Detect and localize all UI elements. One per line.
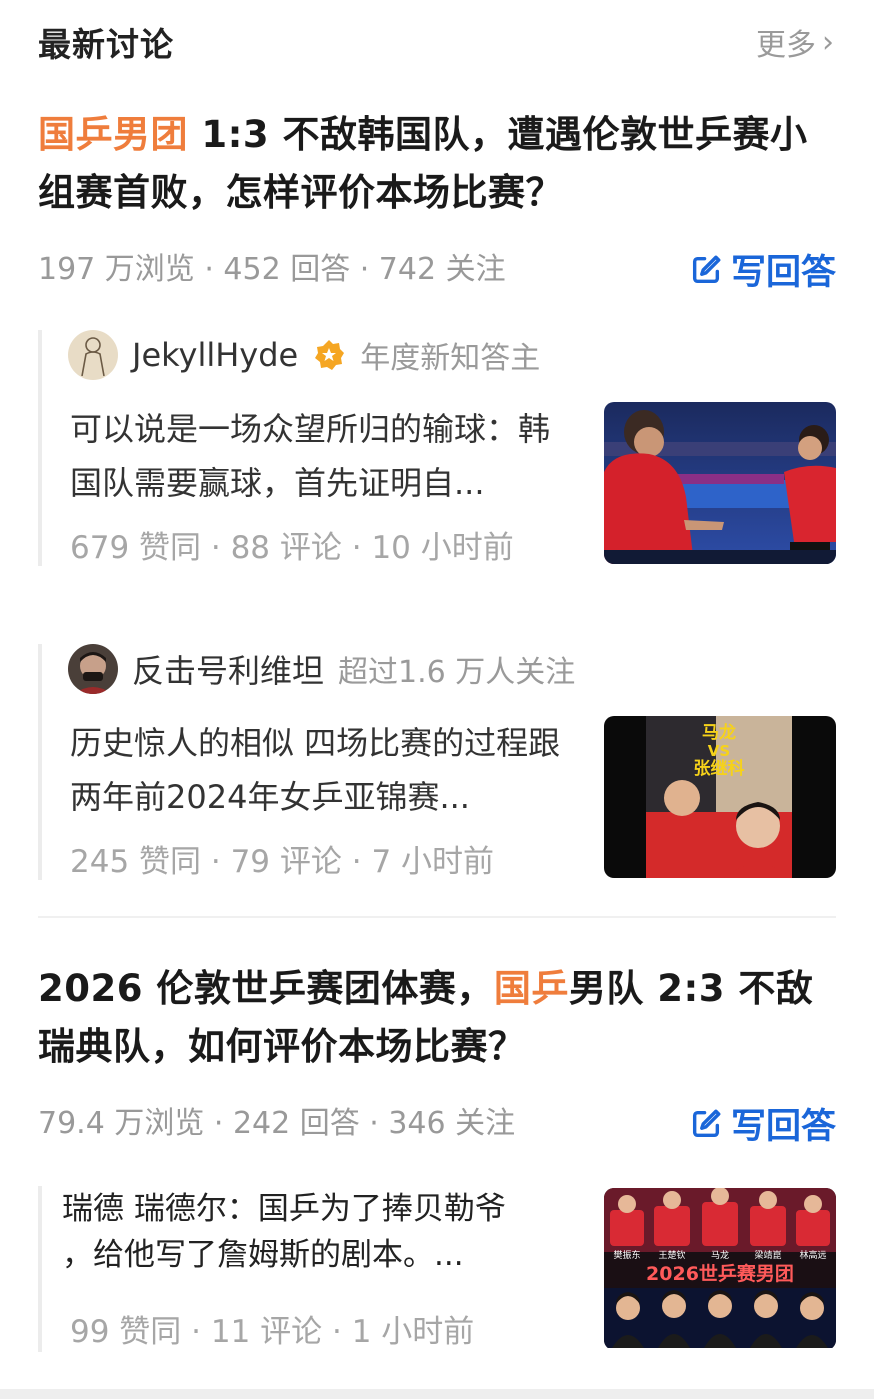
author-row: 反击号利维坦 超过1.6 万人关注 xyxy=(68,644,575,694)
thumb-title: 2026世乒赛男团 xyxy=(646,1262,794,1285)
write-answer-label: 写回答 xyxy=(730,253,836,293)
thumb-player-name: 林高远 xyxy=(799,1249,826,1261)
author-name[interactable]: 反击号利维坦 xyxy=(132,646,324,692)
edit-icon xyxy=(692,255,721,283)
chevron-right-icon: › xyxy=(822,24,834,60)
answer-thumbnail[interactable]: TI xyxy=(604,402,836,564)
section-header: 最新讨论 更多 › xyxy=(38,20,834,65)
edit-icon xyxy=(692,1109,721,1137)
answer-thumbnail[interactable]: 樊振东 王楚钦 马龙 梁靖崑 林高远 2026世乒赛男团 xyxy=(604,1188,836,1350)
answer-stats: 245 赞同 · 79 评论 · 7 小时前 xyxy=(70,844,495,880)
thumb-name-2: 张继科 xyxy=(694,758,745,779)
author-description: 超过1.6 万人关注 xyxy=(338,655,576,690)
excerpt-line-2: ，给他写了詹姆斯的剧本。... xyxy=(62,1237,464,1273)
write-answer-button[interactable]: 写回答 xyxy=(689,1098,836,1149)
question-topic-highlight[interactable]: 国乒 xyxy=(494,967,569,1010)
answer-card[interactable]: 瑞德 瑞德尔：国乒为了捧贝勒爷 ，给他写了詹姆斯的剧本。... 99 赞同 · … xyxy=(38,1186,836,1352)
answer-excerpt[interactable]: 历史惊人的相似 四场比赛的过程跟两年前2024年女乒亚锦赛... xyxy=(70,716,580,824)
question-stats: 197 万浏览 · 452 回答 · 742 关注 xyxy=(38,252,506,287)
section-title: 最新讨论 xyxy=(38,25,174,64)
answer-excerpt[interactable]: 瑞德 瑞德尔：国乒为了捧贝勒爷 ，给他写了詹姆斯的剧本。... xyxy=(62,1186,572,1278)
answer-stats: 99 赞同 · 11 评论 · 1 小时前 xyxy=(70,1314,475,1350)
thumb-name-1: 马龙 xyxy=(702,722,736,743)
question-stats: 79.4 万浏览 · 242 回答 · 346 关注 xyxy=(38,1106,516,1141)
author-name[interactable]: JekyllHyde xyxy=(132,336,298,374)
thumb-player-name: 樊振东 xyxy=(613,1249,640,1261)
thumb-vs: VS xyxy=(708,742,730,760)
more-label: 更多 xyxy=(756,28,816,63)
thumb-player-name: 梁靖崑 xyxy=(754,1249,781,1261)
thumb-player-name: 马龙 xyxy=(711,1249,729,1261)
bottom-strip xyxy=(0,1389,874,1399)
thumb-player-name: 王楚钦 xyxy=(658,1249,685,1261)
question-title[interactable]: 国乒男团 1:3 不敌韩国队，遭遇伦敦世乒赛小组赛首败，怎样评价本场比赛？ xyxy=(38,106,834,222)
answer-card[interactable]: JekyllHyde 年度新知答主 可以说是一场众望所归的输球：韩国队需要赢球，… xyxy=(38,330,836,566)
author-row: JekyllHyde 年度新知答主 xyxy=(68,330,540,380)
author-description: 年度新知答主 xyxy=(360,341,541,376)
excerpt-line-1: 瑞德 瑞德尔：国乒为了捧贝勒爷 xyxy=(62,1191,506,1227)
question-title-prefix: 2026 伦敦世乒赛团体赛， xyxy=(38,967,494,1010)
answer-stats: 679 赞同 · 88 评论 · 10 小时前 xyxy=(70,530,514,566)
avatar[interactable] xyxy=(68,644,118,694)
section-divider xyxy=(38,916,836,918)
avatar[interactable] xyxy=(68,330,118,380)
verified-badge-icon xyxy=(315,340,345,370)
answer-thumbnail[interactable]: 马龙 VS 张继科 xyxy=(604,716,836,878)
write-answer-button[interactable]: 写回答 xyxy=(689,244,836,295)
write-answer-label: 写回答 xyxy=(730,1107,836,1147)
more-link[interactable]: 更多 › xyxy=(756,20,834,64)
question-topic-highlight[interactable]: 国乒男团 xyxy=(38,113,188,156)
answer-excerpt[interactable]: 可以说是一场众望所归的输球：韩国队需要赢球，首先证明自... xyxy=(70,402,580,510)
answer-card[interactable]: 反击号利维坦 超过1.6 万人关注 历史惊人的相似 四场比赛的过程跟两年前202… xyxy=(38,644,836,880)
question-title[interactable]: 2026 伦敦世乒赛团体赛，国乒男队 2:3 不敌瑞典队，如何评价本场比赛？ xyxy=(38,960,834,1076)
